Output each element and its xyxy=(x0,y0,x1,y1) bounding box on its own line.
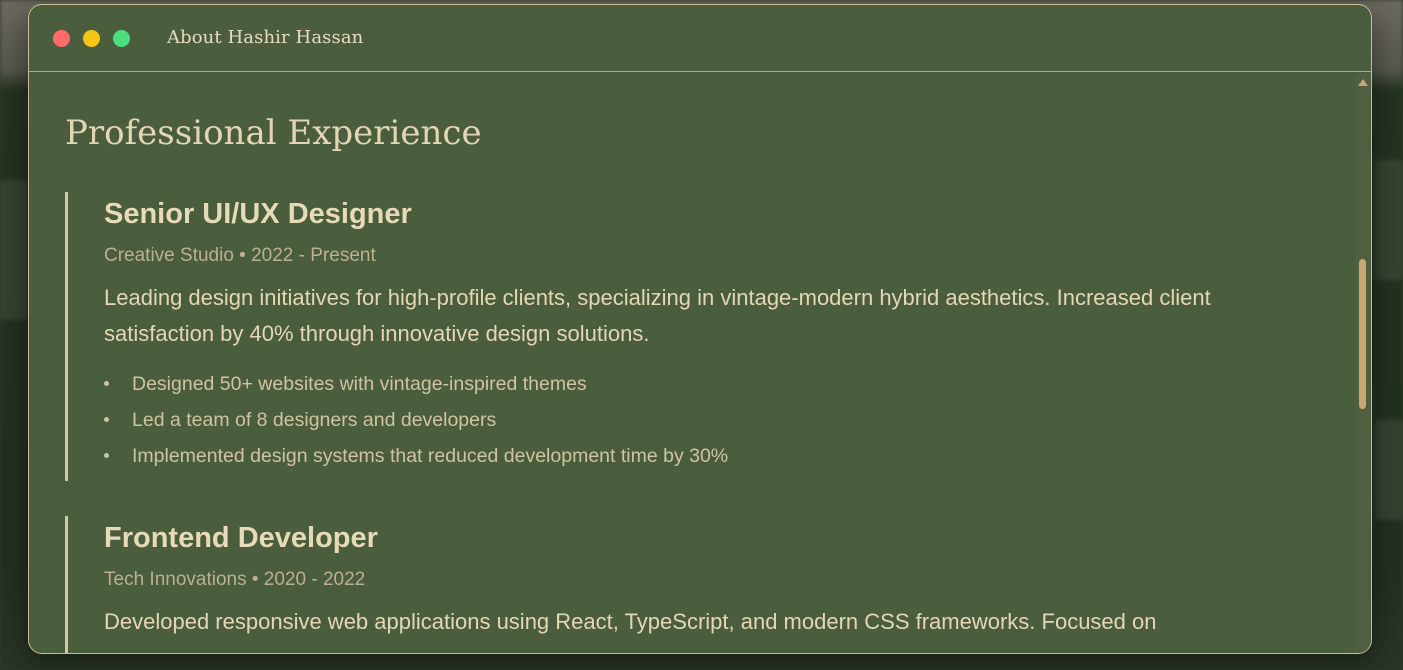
experience-item: Senior UI/UX Designer Creative Studio • … xyxy=(65,192,1295,481)
job-title: Frontend Developer xyxy=(104,522,378,554)
bullet-icon xyxy=(104,417,109,422)
job-title: Senior UI/UX Designer xyxy=(104,198,412,230)
job-meta: Creative Studio • 2022 - Present xyxy=(104,245,376,266)
background-blur-shape xyxy=(1375,420,1403,520)
window-content: Professional Experience Senior UI/UX Des… xyxy=(29,73,1355,653)
background-blur-shape xyxy=(0,180,28,320)
window-title: About Hashir Hassan xyxy=(167,27,364,48)
maximize-window-button[interactable] xyxy=(113,30,130,47)
about-window: About Hashir Hassan Professional Experie… xyxy=(28,4,1372,654)
background-blur-shape xyxy=(1375,160,1403,280)
achievement-list: Designed 50+ websites with vintage-inspi… xyxy=(104,366,1295,474)
achievement-text: Implemented design systems that reduced … xyxy=(132,445,729,467)
window-titlebar[interactable]: About Hashir Hassan xyxy=(29,5,1371,72)
close-window-button[interactable] xyxy=(53,30,70,47)
achievement-item: Led a team of 8 designers and developers xyxy=(104,402,1295,438)
job-description: Leading design initiatives for high-prof… xyxy=(104,285,1211,346)
experience-item: Frontend Developer Tech Innovations • 20… xyxy=(65,516,1295,653)
bullet-icon xyxy=(104,453,109,458)
job-meta: Tech Innovations • 2020 - 2022 xyxy=(104,569,366,590)
vertical-scrollbar[interactable] xyxy=(1355,73,1371,653)
achievement-text: Designed 50+ websites with vintage-inspi… xyxy=(132,373,587,395)
bullet-icon xyxy=(104,381,109,386)
minimize-window-button[interactable] xyxy=(83,30,100,47)
scroll-up-arrow-icon[interactable] xyxy=(1358,79,1368,86)
job-description: Developed responsive web applications us… xyxy=(104,609,1157,634)
achievement-item: Implemented design systems that reduced … xyxy=(104,438,1295,474)
achievement-text: Led a team of 8 designers and developers xyxy=(132,409,497,431)
section-title: Professional Experience xyxy=(65,113,482,153)
achievement-item: Designed 50+ websites with vintage-inspi… xyxy=(104,366,1295,402)
scrollbar-thumb[interactable] xyxy=(1359,259,1366,409)
